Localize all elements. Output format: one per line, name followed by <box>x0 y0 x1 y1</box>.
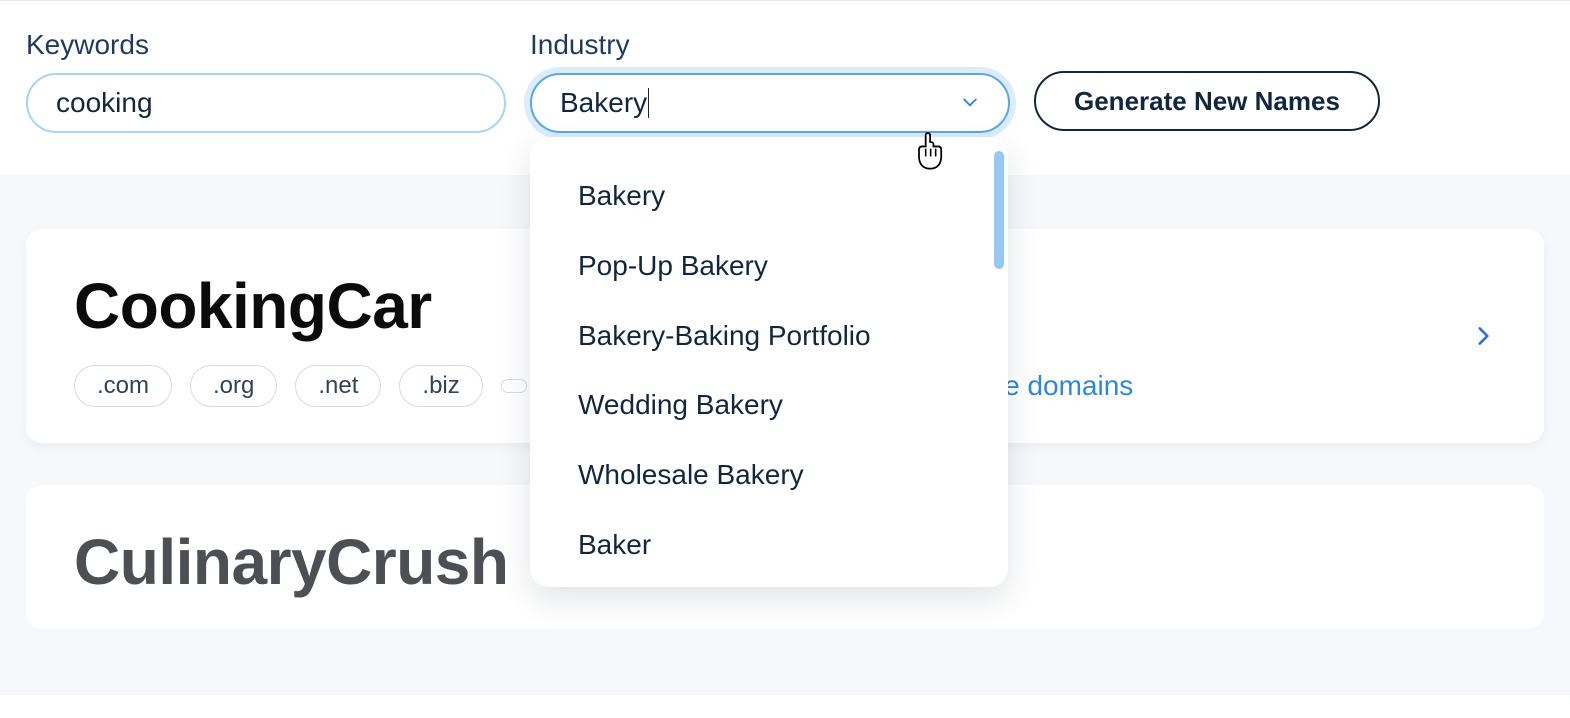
industry-dropdown: Bakery Pop-Up Bakery Bakery-Baking Portf… <box>530 137 1008 587</box>
arrow-right-icon <box>1470 323 1496 354</box>
industry-field-group: Industry Bakery Bakery Pop-Up Bakery Bak… <box>530 29 1010 133</box>
domain-chip-org[interactable]: .org <box>190 365 277 407</box>
domain-chip-partial[interactable] <box>501 379 527 393</box>
dropdown-option-bakery-baking-portfolio[interactable]: Bakery-Baking Portfolio <box>530 301 1008 371</box>
industry-label: Industry <box>530 29 1010 61</box>
keywords-input[interactable] <box>26 73 506 133</box>
dropdown-option-wedding-bakery[interactable]: Wedding Bakery <box>530 370 1008 440</box>
search-form: Keywords Industry Bakery Bakery Pop-Up B… <box>0 1 1570 175</box>
dropdown-scrollbar[interactable] <box>994 151 1004 269</box>
more-domains-link[interactable]: re domains <box>995 370 1134 402</box>
dropdown-option-baker[interactable]: Baker <box>530 510 1008 564</box>
chevron-down-icon <box>960 87 980 119</box>
dropdown-option-bakery[interactable]: Bakery <box>530 161 1008 231</box>
industry-select[interactable]: Bakery <box>530 73 1010 133</box>
domain-chip-com[interactable]: .com <box>74 365 172 407</box>
generate-names-button[interactable]: Generate New Names <box>1034 71 1380 131</box>
dropdown-option-popup-bakery[interactable]: Pop-Up Bakery <box>530 231 1008 301</box>
keywords-field-group: Keywords <box>26 29 506 133</box>
keywords-label: Keywords <box>26 29 506 61</box>
text-cursor <box>648 88 649 118</box>
domain-chip-biz[interactable]: .biz <box>399 365 482 407</box>
dropdown-option-wholesale-bakery[interactable]: Wholesale Bakery <box>530 440 1008 510</box>
industry-selected-value: Bakery <box>560 87 647 119</box>
domain-chip-net[interactable]: .net <box>295 365 381 407</box>
